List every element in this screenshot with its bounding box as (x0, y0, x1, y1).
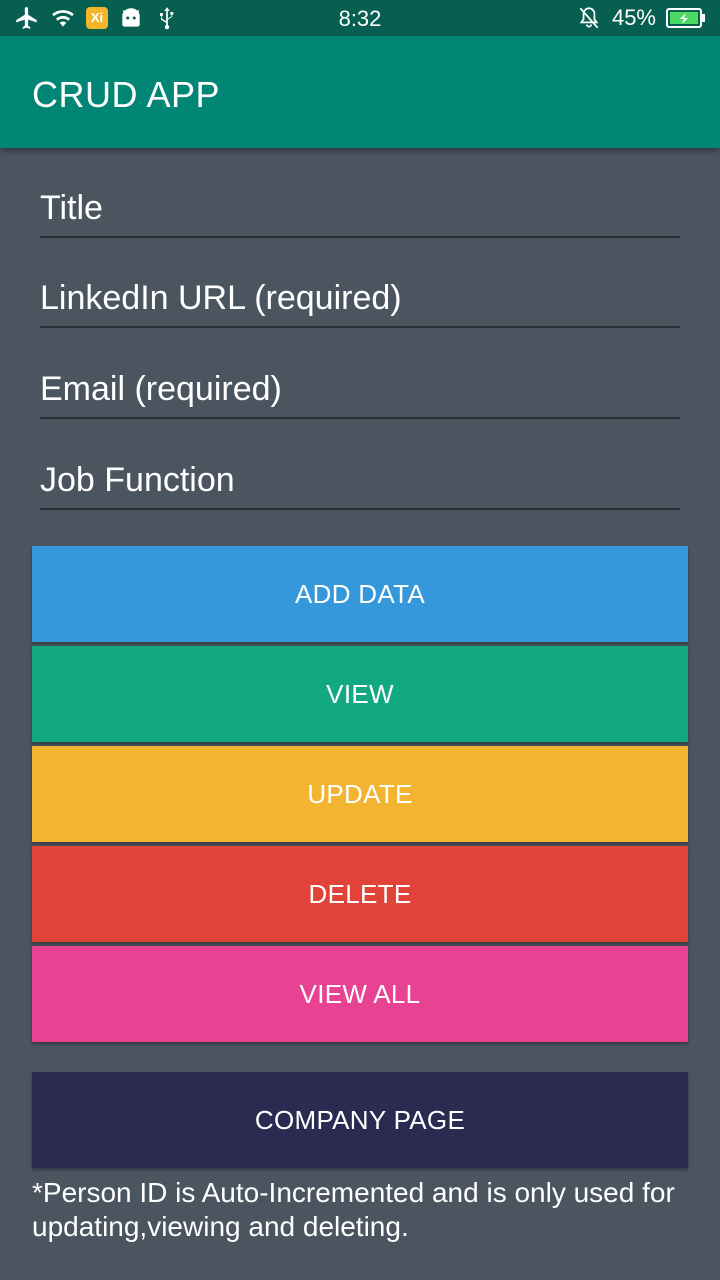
person-id-note: *Person ID is Auto-Incremented and is on… (32, 1177, 675, 1242)
linkedin-url-input[interactable] (40, 274, 680, 322)
title-field (40, 178, 680, 238)
add-data-button[interactable]: ADD DATA (32, 546, 688, 642)
email-input[interactable] (40, 365, 680, 413)
update-button[interactable]: UPDATE (32, 746, 688, 842)
job-function-input[interactable] (40, 456, 680, 504)
view-button[interactable]: VIEW (32, 646, 688, 742)
status-bar: Xi 8:32 45% (0, 0, 720, 36)
email-field (40, 359, 680, 419)
app-title: CRUD APP (32, 74, 221, 115)
battery-charging-icon (666, 8, 705, 28)
silent-bell-icon (579, 7, 599, 29)
status-right-icons: 45% (576, 5, 706, 31)
title-input[interactable] (40, 184, 680, 232)
battery-percent: 45% (611, 5, 656, 30)
job-function-field (40, 450, 680, 510)
delete-button[interactable]: DELETE (32, 846, 688, 942)
linkedin-url-field (40, 268, 680, 328)
view-all-button[interactable]: VIEW ALL (32, 946, 688, 1042)
app-bar: CRUD APP (0, 36, 720, 148)
company-page-button[interactable]: COMPANY PAGE (32, 1072, 688, 1168)
